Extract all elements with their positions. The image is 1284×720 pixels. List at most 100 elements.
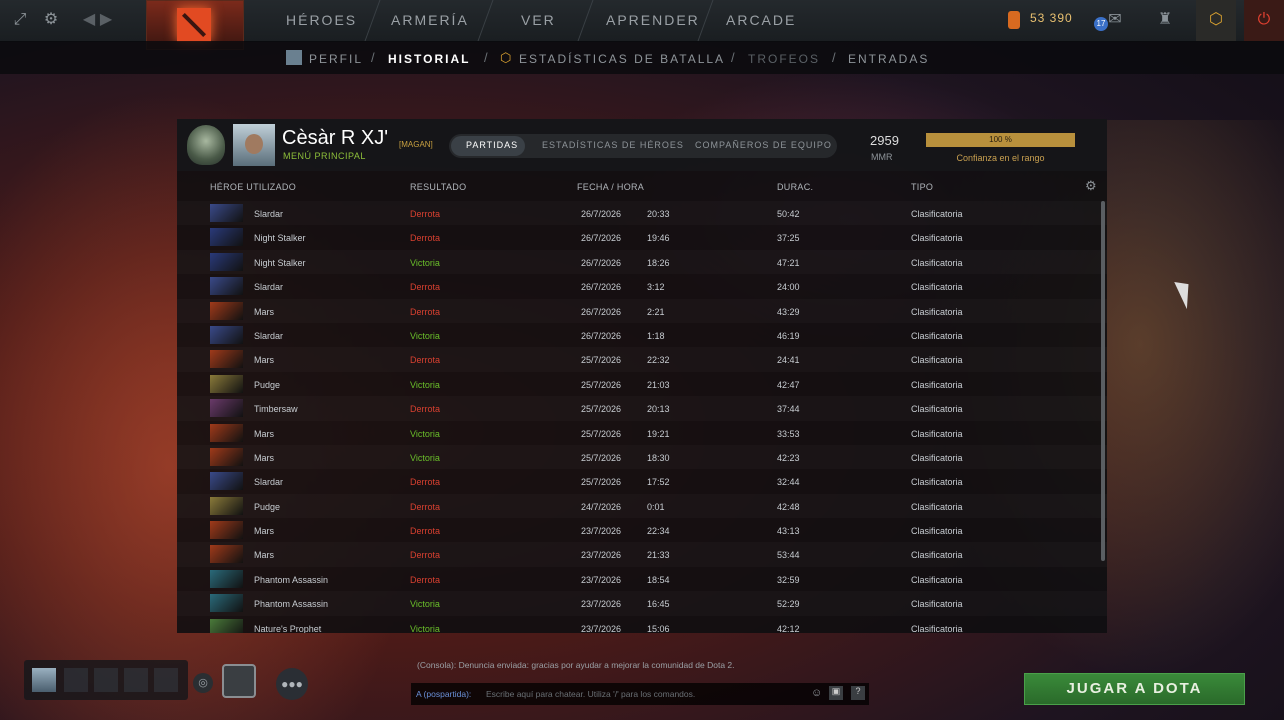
messages-icon[interactable]: ✉ xyxy=(1106,10,1124,30)
tab-teammates[interactable]: COMPAÑEROS DE EQUIPO xyxy=(695,140,832,150)
tab-matches[interactable]: PARTIDAS xyxy=(466,140,518,150)
hero-portrait-icon xyxy=(210,618,243,633)
match-date: 23/7/2026 xyxy=(581,550,622,561)
party-finder-icon[interactable]: ●●● xyxy=(276,668,308,700)
match-row[interactable]: Phantom Assassin Derrota 23/7/2026 18:54 32:… xyxy=(177,567,1107,591)
match-row[interactable]: Slardar Derrota 26/7/2026 20:33 50:42 Clasifi… xyxy=(177,201,1107,225)
nav-watch[interactable]: VER xyxy=(521,12,556,28)
match-type: Clasificatoria xyxy=(911,330,963,341)
match-list-scrollbar[interactable] xyxy=(1101,201,1105,561)
match-duration: 52:29 xyxy=(777,599,800,610)
match-date: 26/7/2026 xyxy=(581,233,622,244)
match-row[interactable]: Mars Victoria 25/7/2026 18:30 42:23 Clasifica… xyxy=(177,445,1107,469)
match-result: Victoria xyxy=(410,599,440,610)
rank-medal-icon xyxy=(187,125,225,165)
party-empty-slot[interactable] xyxy=(64,668,88,692)
column-header-result[interactable]: RESULTADO xyxy=(410,182,466,192)
courier-icon[interactable] xyxy=(222,664,256,698)
table-settings-gear-icon[interactable]: ⚙ xyxy=(1085,179,1099,193)
match-row[interactable]: Mars Derrota 23/7/2026 21:33 53:44 Clasificat… xyxy=(177,542,1107,566)
hero-portrait-icon xyxy=(210,350,243,369)
match-row[interactable]: Night Stalker Derrota 26/7/2026 19:46 37:25 C… xyxy=(177,225,1107,249)
play-dota-button[interactable]: JUGAR A DOTA xyxy=(1024,673,1245,705)
armory-icon[interactable]: ♜ xyxy=(1155,10,1175,30)
party-empty-slot[interactable] xyxy=(124,668,148,692)
match-time: 20:13 xyxy=(647,404,670,415)
emoji-icon[interactable]: ☺ xyxy=(811,687,822,699)
hero-name: Phantom Assassin xyxy=(254,574,329,585)
column-header-duration[interactable]: DURAC. xyxy=(777,182,813,192)
nav-divider xyxy=(477,0,494,41)
hero-name: Mars xyxy=(254,428,274,439)
exit-button[interactable]: ⏻ xyxy=(1244,0,1284,41)
match-list: Slardar Derrota 26/7/2026 20:33 50:42 Clasifi… xyxy=(177,201,1107,633)
subnav-trophies[interactable]: TROFEOS xyxy=(748,52,820,66)
match-type: Clasificatoria xyxy=(911,355,963,366)
settings-gear-icon[interactable]: ⚙ xyxy=(41,10,61,30)
match-row[interactable]: Slardar Derrota 26/7/2026 3:12 24:00 Clasific… xyxy=(177,274,1107,298)
match-row[interactable]: Phantom Assassin Victoria 23/7/2026 16:45 52… xyxy=(177,591,1107,615)
player-name: Cèsàr R XJ' xyxy=(282,127,389,149)
chat-input-placeholder[interactable]: Escribe aquí para chatear. Utiliza '/' p… xyxy=(486,689,695,699)
hero-name: Phantom Assassin xyxy=(254,599,329,610)
match-row[interactable]: Mars Victoria 25/7/2026 19:21 33:53 Clasifica… xyxy=(177,421,1107,445)
nav-armory[interactable]: ARMERÍA xyxy=(391,12,469,28)
nav-divider xyxy=(697,0,714,41)
match-duration: 42:23 xyxy=(777,452,800,463)
help-icon[interactable]: ? xyxy=(851,686,865,700)
match-row[interactable]: Mars Derrota 26/7/2026 2:21 43:29 Clasificato… xyxy=(177,299,1107,323)
guild-tag: [MAGAN] xyxy=(399,140,433,149)
match-duration: 32:59 xyxy=(777,574,800,585)
match-date: 26/7/2026 xyxy=(581,306,622,317)
match-row[interactable]: Mars Derrota 25/7/2026 22:32 24:41 Clasificat… xyxy=(177,347,1107,371)
column-header-type[interactable]: TIPO xyxy=(911,182,933,192)
nav-arcade[interactable]: ARCADE xyxy=(726,12,796,28)
match-row[interactable]: Mars Derrota 23/7/2026 22:34 43:13 Clasificat… xyxy=(177,518,1107,542)
match-row[interactable]: Nature's Prophet Victoria 23/7/2026 15:06 42… xyxy=(177,616,1107,633)
match-row[interactable]: Pudge Victoria 25/7/2026 21:03 42:47 Clasific… xyxy=(177,372,1107,396)
rank-confidence-label: Confianza en el rango xyxy=(956,153,1045,163)
hero-portrait-icon xyxy=(210,277,243,296)
match-result: Derrota xyxy=(410,355,441,366)
hero-portrait-icon xyxy=(210,472,243,491)
subnav-entries[interactable]: ENTRADAS xyxy=(848,52,929,66)
match-type: Clasificatoria xyxy=(911,404,963,415)
match-result: Derrota xyxy=(410,574,441,585)
match-result: Derrota xyxy=(410,306,441,317)
column-header-date[interactable]: FECHA / HORA xyxy=(577,182,644,192)
forward-arrow-icon[interactable]: ▶ xyxy=(96,10,116,30)
hero-portrait-icon xyxy=(210,423,243,442)
party-empty-slot[interactable] xyxy=(154,668,178,692)
dota-plus-button[interactable]: ⬡ xyxy=(1196,0,1236,41)
subnav-profile[interactable]: PERFIL xyxy=(309,52,363,66)
party-avatar[interactable] xyxy=(32,668,56,692)
collapse-icon[interactable]: ⤢ xyxy=(10,10,30,30)
nav-heroes[interactable]: HÉROES xyxy=(286,12,357,28)
party-empty-slot[interactable] xyxy=(94,668,118,692)
match-row[interactable]: Night Stalker Victoria 26/7/2026 18:26 47:21… xyxy=(177,250,1107,274)
chat-wheel-icon[interactable]: ▣ xyxy=(829,686,843,700)
match-row[interactable]: Pudge Derrota 24/7/2026 0:01 42:48 Clasificat… xyxy=(177,494,1107,518)
avatar[interactable] xyxy=(233,124,275,166)
tab-hero-stats[interactable]: ESTADÍSTICAS DE HÉROES xyxy=(542,140,684,150)
match-row[interactable]: Timbersaw Derrota 25/7/2026 20:13 37:44 Clasi… xyxy=(177,396,1107,420)
match-row[interactable]: Slardar Derrota 25/7/2026 17:52 32:44 Clasifi… xyxy=(177,469,1107,493)
match-type: Clasificatoria xyxy=(911,526,963,537)
match-type: Clasificatoria xyxy=(911,452,963,463)
match-time: 18:30 xyxy=(647,452,670,463)
match-row[interactable]: Slardar Victoria 26/7/2026 1:18 46:19 Clasifi… xyxy=(177,323,1107,347)
match-history-panel: Cèsàr R XJ' [MAGAN] MENÚ PRINCIPAL PARTI… xyxy=(177,119,1107,633)
hero-portrait-icon xyxy=(210,228,243,247)
chat-input-bar[interactable]: A (pospartida): Escribe aquí para chatea… xyxy=(411,683,869,705)
match-time: 21:03 xyxy=(647,379,670,390)
nav-learn[interactable]: APRENDER xyxy=(606,12,700,28)
match-time: 19:21 xyxy=(647,428,670,439)
match-time: 19:46 xyxy=(647,233,670,244)
match-result: Victoria xyxy=(410,428,440,439)
subnav-battle-stats[interactable]: ESTADÍSTICAS DE BATALLA xyxy=(519,52,725,66)
voice-chat-icon[interactable]: ◎ xyxy=(193,673,213,693)
subnav-history[interactable]: HISTORIAL xyxy=(388,52,470,66)
column-header-hero[interactable]: HÉROE UTILIZADO xyxy=(210,182,296,192)
power-icon: ⏻ xyxy=(1257,11,1271,28)
match-duration: 24:41 xyxy=(777,355,800,366)
